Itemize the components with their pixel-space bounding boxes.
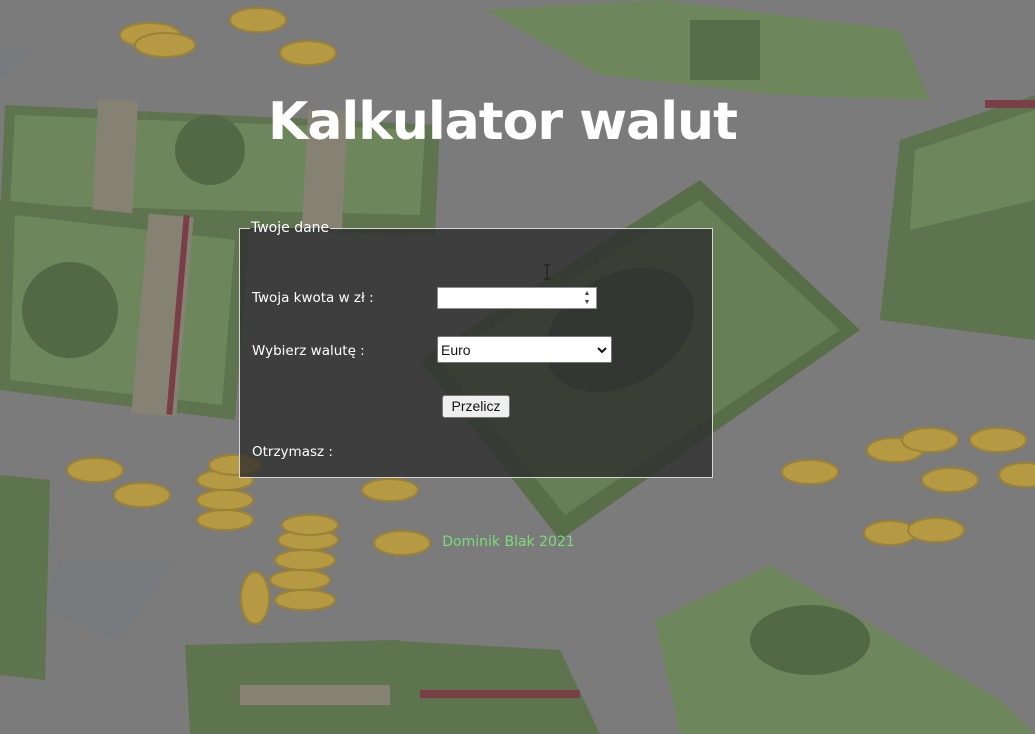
currency-selected-value: Euro xyxy=(441,342,471,358)
spinner-up-icon[interactable]: ▲ xyxy=(584,290,591,297)
currency-form: Twoje dane Twoja kwota w zł : ▲ ▼ Wybier… xyxy=(239,220,713,478)
amount-input[interactable] xyxy=(438,288,586,308)
convert-button[interactable]: Przelicz xyxy=(442,395,510,418)
page-title: Kalkulator walut xyxy=(268,92,738,152)
form-legend: Twoje dane xyxy=(251,220,330,236)
text-cursor-icon xyxy=(544,264,550,280)
page: Kalkulator walut Twoje dane Twoja kwota … xyxy=(0,0,1035,734)
amount-field[interactable]: ▲ ▼ xyxy=(437,287,597,309)
chevron-down-icon xyxy=(597,347,607,354)
spinner-down-icon[interactable]: ▼ xyxy=(584,299,591,306)
currency-select[interactable]: Euro xyxy=(437,336,612,363)
spinner-arrows-icon[interactable]: ▲ ▼ xyxy=(581,290,593,306)
amount-label: Twoja kwota w zł : xyxy=(252,290,374,306)
currency-label: Wybierz walutę : xyxy=(252,343,365,359)
result-label: Otrzymasz : xyxy=(252,444,333,460)
footer-credit: Dominik Blak 2021 xyxy=(442,534,575,550)
